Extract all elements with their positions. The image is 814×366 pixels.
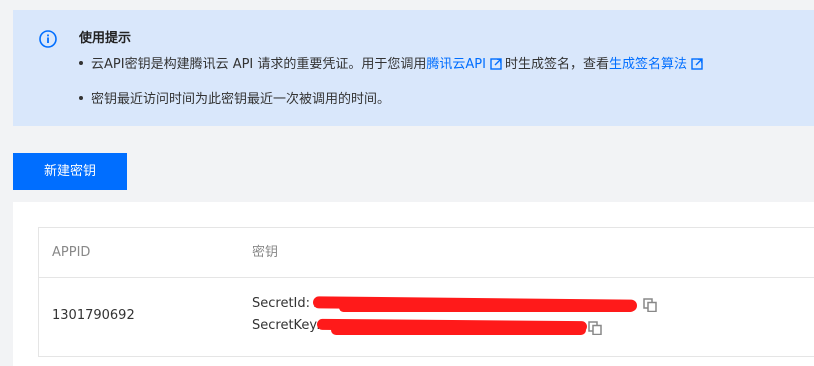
column-header-appid: APPID	[52, 245, 91, 260]
copy-icon[interactable]	[588, 321, 602, 335]
table-header: APPID 密钥	[39, 228, 814, 278]
redaction-mark	[339, 303, 635, 312]
info-icon	[39, 30, 57, 48]
usage-notice: 使用提示 云API密钥是构建腾讯云 API 请求的重要凭证。用于您调用腾讯云AP…	[13, 10, 814, 126]
tencent-cloud-api-link[interactable]: 腾讯云API	[426, 57, 486, 72]
external-link-icon[interactable]	[691, 57, 703, 70]
signature-algorithm-link[interactable]: 生成签名算法	[609, 57, 687, 72]
notice-title: 使用提示	[79, 31, 132, 46]
notice-line-1-text-a: 云API密钥是构建腾讯云 API 请求的重要凭证。用于您调用	[91, 57, 427, 72]
notice-line-1-text-b: 时生成签名，查看	[504, 57, 609, 72]
appid-value: 1301790692	[52, 308, 135, 323]
bullet-dot	[79, 60, 83, 65]
copy-icon[interactable]	[643, 298, 657, 312]
create-key-button[interactable]: 新建密钥	[13, 153, 127, 190]
notice-line-2: 密钥最近访问时间为此密钥最近一次被调用的时间。	[79, 91, 390, 109]
keys-table: APPID 密钥 1301790692 SecretId: AK SecretK…	[38, 227, 814, 357]
keys-panel: APPID 密钥 1301790692 SecretId: AK SecretK…	[13, 202, 814, 366]
redaction-mark	[331, 325, 586, 335]
bullet-dot	[79, 95, 83, 100]
notice-line-1: 云API密钥是构建腾讯云 API 请求的重要凭证。用于您调用腾讯云API 时生成签…	[79, 56, 706, 74]
notice-line-2-text: 密钥最近访问时间为此密钥最近一次被调用的时间。	[91, 92, 391, 107]
external-link-icon[interactable]	[490, 57, 502, 70]
column-header-key: 密钥	[252, 245, 279, 260]
